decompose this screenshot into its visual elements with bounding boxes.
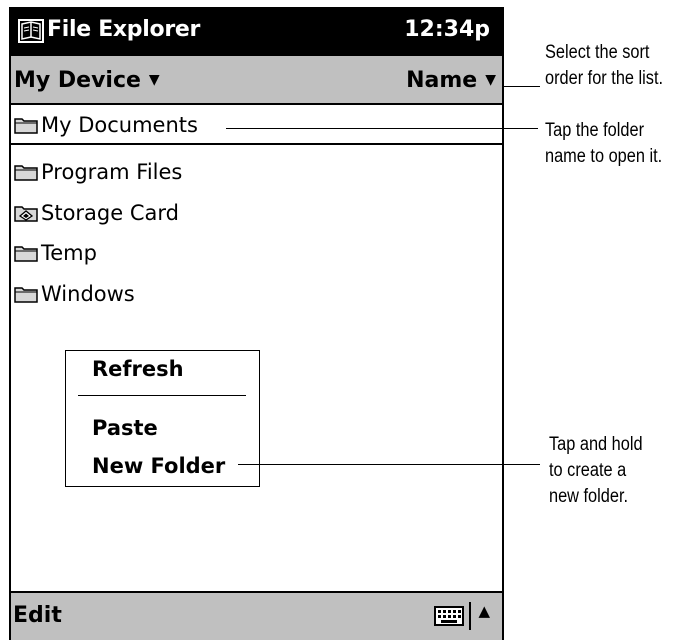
chevron-down-icon: ▼ xyxy=(148,72,160,88)
tap-folder-callout: Tap the folder name to open it. xyxy=(545,118,662,170)
tap-folder-callout-line xyxy=(226,128,538,129)
folder-icon xyxy=(14,165,38,181)
tap-hold-callout-line xyxy=(238,464,540,465)
sort-callout: Select the sort order for the list. xyxy=(545,40,663,92)
tap-folder-callout-line-2: name to open it. xyxy=(545,146,663,167)
list-item[interactable]: Storage Card xyxy=(11,194,502,232)
device-screen: File Explorer 12:34p My Device ▼ Name ▼ My… xyxy=(9,7,504,640)
folder-icon xyxy=(14,118,38,134)
sort-callout-line xyxy=(504,86,540,87)
folder-name: Program Files xyxy=(41,160,183,184)
new-folder-menu-item[interactable]: New Folder xyxy=(92,454,225,478)
location-label: My Device xyxy=(14,68,141,93)
triangle-up-icon[interactable]: ▲ xyxy=(478,602,490,620)
folder-icon xyxy=(14,287,38,303)
sort-callout-line-2: order for the list. xyxy=(545,68,664,89)
paste-menu-item[interactable]: Paste xyxy=(92,416,158,440)
clock[interactable]: 12:34p xyxy=(404,17,490,42)
sort-callout-line-1: Select the sort xyxy=(545,42,650,63)
folder-name: Temp xyxy=(41,241,97,265)
chevron-down-icon: ▼ xyxy=(485,72,496,88)
storage-card-icon xyxy=(14,206,38,222)
navigation-bar: My Device ▼ Name ▼ xyxy=(11,56,502,105)
tap-hold-callout-line-1: Tap and hold xyxy=(549,434,643,455)
title-bar: File Explorer 12:34p xyxy=(11,7,502,56)
folder-name: Windows xyxy=(41,282,135,306)
tap-folder-callout-line-1: Tap the folder xyxy=(545,120,645,141)
context-menu: Refresh Paste New Folder xyxy=(65,350,260,487)
keyboard-icon[interactable] xyxy=(434,604,464,628)
app-title: File Explorer xyxy=(47,17,201,42)
sort-dropdown[interactable]: Name ▼ xyxy=(406,68,496,93)
sort-label: Name xyxy=(406,68,478,93)
menu-divider xyxy=(78,395,246,396)
list-item[interactable]: Temp xyxy=(11,234,502,272)
tap-hold-callout: Tap and hold to create a new folder. xyxy=(549,432,643,510)
edit-menu[interactable]: Edit xyxy=(13,603,62,628)
location-dropdown[interactable]: My Device ▼ xyxy=(14,68,160,93)
folder-icon xyxy=(14,246,38,262)
list-item[interactable]: Program Files xyxy=(11,153,502,191)
folder-name: Storage Card xyxy=(41,201,179,225)
tap-hold-callout-line-3: new folder. xyxy=(549,486,629,507)
file-explorer-icon[interactable] xyxy=(17,17,45,45)
list-item[interactable]: My Documents xyxy=(11,107,502,145)
list-item[interactable]: Windows xyxy=(11,275,502,313)
refresh-menu-item[interactable]: Refresh xyxy=(92,357,184,381)
folder-name: My Documents xyxy=(41,113,198,137)
toolbar-divider xyxy=(469,602,471,630)
tap-hold-callout-line-2: to create a xyxy=(549,460,627,481)
bottom-toolbar: Edit ▲ xyxy=(11,591,502,640)
